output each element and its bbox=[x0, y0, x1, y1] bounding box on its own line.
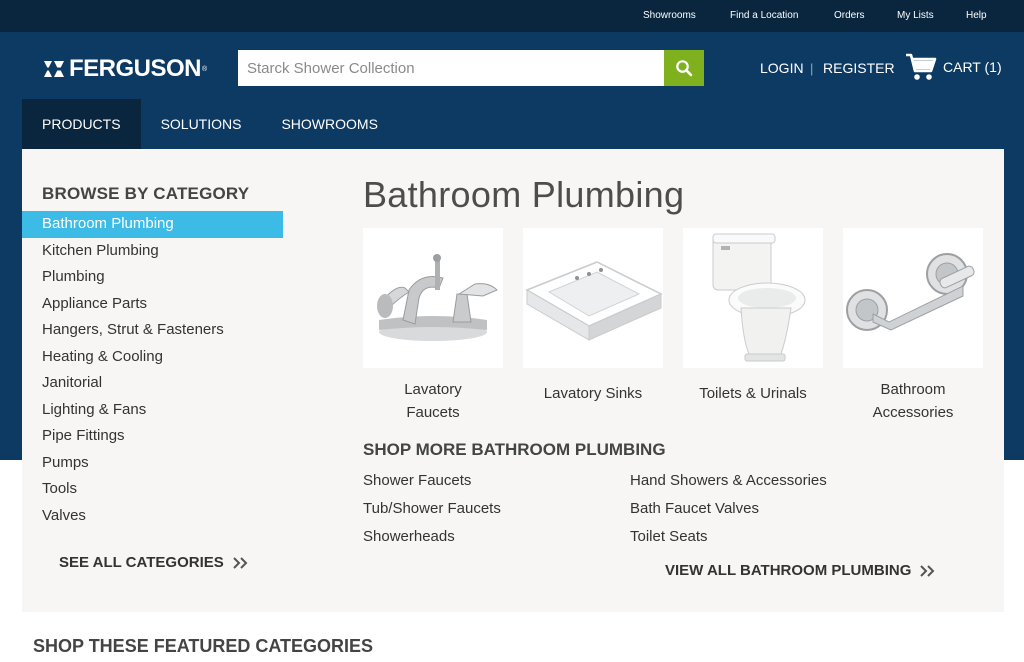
tile-lavatory-sinks[interactable]: Lavatory Sinks bbox=[523, 228, 663, 405]
tile-caption: Lavatory Sinks bbox=[543, 385, 643, 402]
brand-name: FERGUSON bbox=[69, 55, 202, 82]
nav-solutions[interactable]: SOLUTIONS bbox=[141, 99, 262, 149]
category-kitchen-plumbing[interactable]: Kitchen Plumbing bbox=[22, 238, 283, 265]
main-nav: PRODUCTS SOLUTIONS SHOWROOMS bbox=[22, 99, 398, 149]
see-all-label: SEE ALL CATEGORIES bbox=[59, 554, 224, 571]
utility-bar: Showrooms Find a Location Orders My List… bbox=[0, 0, 1024, 32]
featured-categories-heading: SHOP THESE FEATURED CATEGORIES bbox=[33, 636, 374, 656]
search-button[interactable] bbox=[664, 50, 704, 86]
tile-caption-line1: Bathroom bbox=[880, 381, 946, 398]
search-icon bbox=[676, 60, 693, 77]
tile-caption: Bathroom Accessories bbox=[843, 378, 983, 424]
section-title: Bathroom Plumbing bbox=[363, 174, 685, 215]
nav-products[interactable]: PRODUCTS bbox=[22, 99, 141, 149]
tile-lavatory-faucets[interactable]: Lavatory Faucets bbox=[363, 228, 503, 424]
category-pipe-fittings[interactable]: Pipe Fittings bbox=[22, 423, 283, 450]
category-bathroom-plumbing[interactable]: Bathroom Plumbing bbox=[22, 211, 283, 238]
paper-holder-image bbox=[843, 228, 983, 368]
view-all-bathroom-plumbing-link[interactable]: VIEW ALL BATHROOM PLUMBING bbox=[665, 562, 937, 579]
ferguson-logo-icon bbox=[44, 61, 64, 77]
utility-link-help[interactable]: Help bbox=[966, 10, 987, 21]
ferguson-logo[interactable]: FERGUSON ® bbox=[42, 55, 207, 83]
utility-link-orders[interactable]: Orders bbox=[834, 10, 865, 21]
category-tools[interactable]: Tools bbox=[22, 476, 283, 503]
utility-link-find-location[interactable]: Find a Location bbox=[730, 10, 798, 21]
category-lighting-fans[interactable]: Lighting & Fans bbox=[22, 397, 283, 424]
tile-caption: Toilets & Urinals bbox=[699, 385, 807, 402]
cart-label: CART (1) bbox=[943, 59, 1002, 75]
double-chevron-right-icon bbox=[920, 564, 935, 577]
link-toilet-seats[interactable]: Toilet Seats bbox=[630, 528, 708, 545]
browse-by-category-heading: BROWSE BY CATEGORY bbox=[42, 184, 250, 203]
tile-toilets-urinals[interactable]: Toilets & Urinals bbox=[683, 228, 823, 405]
tile-caption: Lavatory Faucets bbox=[363, 378, 503, 424]
shop-more-heading: SHOP MORE BATHROOM PLUMBING bbox=[363, 440, 666, 459]
link-bath-faucet-valves[interactable]: Bath Faucet Valves bbox=[630, 500, 759, 517]
category-appliance-parts[interactable]: Appliance Parts bbox=[22, 291, 283, 318]
faucet-image bbox=[363, 228, 503, 368]
toilet-image bbox=[683, 228, 823, 368]
search-input[interactable] bbox=[238, 50, 664, 86]
link-showerheads[interactable]: Showerheads bbox=[363, 528, 455, 545]
utility-link-showrooms[interactable]: Showrooms bbox=[643, 10, 696, 21]
view-all-label: VIEW ALL BATHROOM PLUMBING bbox=[665, 562, 912, 579]
nav-showrooms[interactable]: SHOWROOMS bbox=[261, 99, 397, 149]
cart-icon bbox=[906, 53, 937, 80]
tile-caption-line2: Accessories bbox=[872, 404, 954, 421]
utility-link-my-lists[interactable]: My Lists bbox=[897, 10, 934, 21]
category-janitorial[interactable]: Janitorial bbox=[22, 370, 283, 397]
tile-caption-line1: Lavatory bbox=[404, 381, 462, 398]
registered-mark: ® bbox=[202, 65, 208, 73]
search-bar bbox=[238, 50, 704, 86]
products-mega-menu: BROWSE BY CATEGORY Bathroom Plumbing Kit… bbox=[22, 149, 1004, 612]
link-hand-showers-accessories[interactable]: Hand Showers & Accessories bbox=[630, 472, 827, 489]
category-list: Bathroom Plumbing Kitchen Plumbing Plumb… bbox=[22, 211, 283, 529]
tile-bathroom-accessories[interactable]: Bathroom Accessories bbox=[843, 228, 983, 424]
login-link[interactable]: LOGIN bbox=[760, 60, 804, 76]
sink-image bbox=[523, 228, 663, 368]
register-link[interactable]: REGISTER bbox=[823, 60, 895, 76]
category-plumbing[interactable]: Plumbing bbox=[22, 264, 283, 291]
cart-button[interactable]: CART (1) bbox=[905, 52, 1002, 82]
category-valves[interactable]: Valves bbox=[22, 503, 283, 530]
category-hangers-strut-fasteners[interactable]: Hangers, Strut & Fasteners bbox=[22, 317, 283, 344]
see-all-categories-link[interactable]: SEE ALL CATEGORIES bbox=[59, 554, 250, 571]
account-separator: | bbox=[810, 61, 814, 76]
tile-caption-line2: Faucets bbox=[406, 404, 460, 421]
link-shower-faucets[interactable]: Shower Faucets bbox=[363, 472, 471, 489]
category-pumps[interactable]: Pumps bbox=[22, 450, 283, 477]
category-heating-cooling[interactable]: Heating & Cooling bbox=[22, 344, 283, 371]
link-tub-shower-faucets[interactable]: Tub/Shower Faucets bbox=[363, 500, 501, 517]
double-chevron-right-icon bbox=[233, 556, 248, 569]
